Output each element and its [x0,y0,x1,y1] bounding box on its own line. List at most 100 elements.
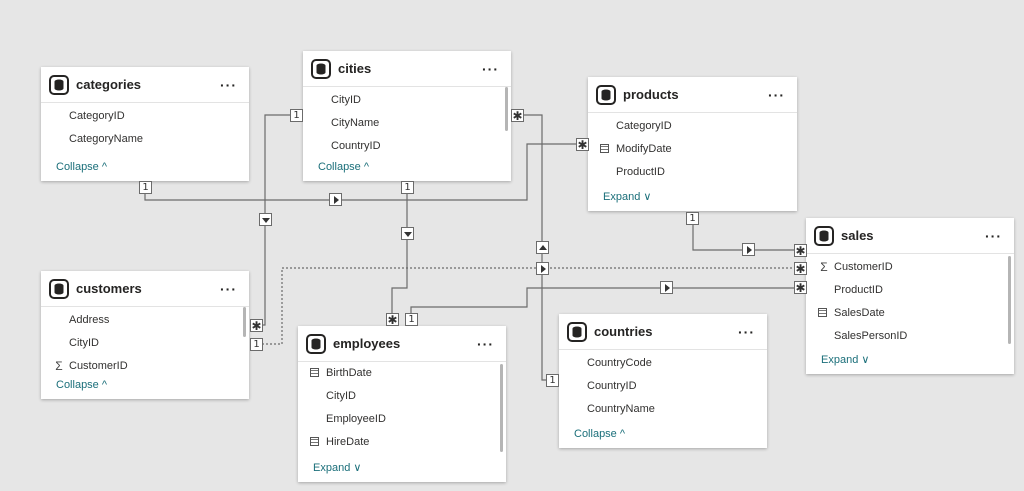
field-label: CityID [326,390,356,402]
field-row[interactable]: ProductID [806,279,1014,302]
cardinality-many-marker[interactable]: ✱ [794,244,807,257]
cardinality-one-marker[interactable]: 1 [290,109,303,122]
table-header[interactable]: products ··· [588,77,797,113]
table-card-employees[interactable]: employees ··· BirthDate CityID EmployeeI… [298,326,506,482]
table-header[interactable]: customers ··· [41,271,249,307]
cardinality-many-marker[interactable]: ✱ [794,262,807,275]
table-title: countries [594,324,653,339]
sigma-icon: Σ [55,359,63,373]
field-label: CityName [331,117,380,129]
field-label: SalesPersonID [834,330,908,342]
table-header[interactable]: sales ··· [806,218,1014,254]
scrollbar[interactable] [1008,256,1011,344]
more-options-button[interactable]: ··· [764,87,789,103]
field-row[interactable]: CategoryID [588,115,797,138]
field-label: CategoryID [616,120,672,132]
field-label: CountryName [587,403,655,415]
field-label: CategoryName [69,133,143,145]
expand-toggle[interactable]: Expand ∨ [821,353,869,366]
field-row[interactable]: Σ CustomerID [806,256,1014,279]
field-row[interactable]: HireDate [298,431,506,454]
field-row[interactable]: CountryID [559,375,767,398]
table-header[interactable]: cities ··· [303,51,511,87]
filter-direction-down-icon[interactable] [259,213,272,226]
field-row[interactable]: SalesPersonID [806,325,1014,348]
field-row[interactable]: CityName [303,112,511,135]
field-row[interactable]: Σ CustomerID [41,355,249,378]
table-icon [814,225,834,246]
sigma-icon: Σ [820,260,828,274]
collapse-toggle[interactable]: Collapse ^ [56,379,107,391]
scrollbar[interactable] [505,87,508,131]
calendar-icon [818,308,827,317]
table-card-cities[interactable]: cities ··· CityID CityName CountryID Col… [303,51,511,181]
table-title: employees [333,336,401,351]
filter-direction-right-icon[interactable] [536,262,549,275]
field-row[interactable]: BirthDate [298,362,506,385]
collapse-toggle[interactable]: Collapse ^ [574,428,625,440]
table-icon [596,84,616,105]
table-title: customers [76,281,142,296]
more-options-button[interactable]: ··· [473,336,498,352]
more-options-button[interactable]: ··· [216,77,241,93]
field-label: EmployeeID [326,413,386,425]
table-title: cities [338,61,372,76]
field-row[interactable]: Address [41,309,249,332]
cardinality-many-marker[interactable]: ✱ [386,313,399,326]
cardinality-many-marker[interactable]: ✱ [511,109,524,122]
field-label: ProductID [834,284,883,296]
cardinality-one-marker[interactable]: 1 [405,313,418,326]
cardinality-one-marker[interactable]: 1 [250,338,263,351]
field-row[interactable]: CountryName [559,398,767,421]
cardinality-one-marker[interactable]: 1 [139,181,152,194]
table-title: categories [76,77,142,92]
cardinality-one-marker[interactable]: 1 [546,374,559,387]
more-options-button[interactable]: ··· [734,324,759,340]
field-row[interactable]: CategoryID [41,105,249,128]
table-card-sales[interactable]: sales ··· Σ CustomerID ProductID SalesDat… [806,218,1014,374]
more-options-button[interactable]: ··· [981,228,1006,244]
field-row[interactable]: CountryCode [559,352,767,375]
calendar-icon [310,437,319,446]
field-row[interactable]: ProductID [588,161,797,184]
collapse-toggle[interactable]: Collapse ^ [56,161,107,173]
filter-direction-right-icon[interactable] [329,193,342,206]
field-row[interactable]: SalesDate [806,302,1014,325]
field-row[interactable]: CityID [298,385,506,408]
cardinality-many-marker[interactable]: ✱ [250,319,263,332]
table-title: products [623,87,679,102]
table-icon [567,321,587,342]
cardinality-one-marker[interactable]: 1 [401,181,414,194]
more-options-button[interactable]: ··· [216,281,241,297]
filter-direction-right-icon[interactable] [742,243,755,256]
collapse-toggle[interactable]: Collapse ^ [318,161,369,173]
expand-toggle[interactable]: Expand ∨ [313,461,361,474]
scrollbar[interactable] [243,307,246,337]
scrollbar[interactable] [500,364,503,452]
more-options-button[interactable]: ··· [478,61,503,77]
filter-direction-up-icon[interactable] [536,241,549,254]
filter-direction-right-icon[interactable] [660,281,673,294]
field-row[interactable]: CityID [303,89,511,112]
field-label: CountryID [587,380,637,392]
field-row[interactable]: CityID [41,332,249,355]
table-card-products[interactable]: products ··· CategoryID ModifyDate Produ… [588,77,797,211]
field-label: SalesDate [834,307,885,319]
field-row[interactable]: EmployeeID [298,408,506,431]
cardinality-many-marker[interactable]: ✱ [794,281,807,294]
field-row[interactable]: CountryID [303,135,511,158]
cardinality-one-marker[interactable]: 1 [686,212,699,225]
cardinality-many-marker[interactable]: ✱ [576,138,589,151]
field-row[interactable]: CategoryName [41,128,249,151]
model-canvas[interactable]: categories ··· CategoryID CategoryName C… [0,0,1024,491]
table-header[interactable]: countries ··· [559,314,767,350]
expand-toggle[interactable]: Expand ∨ [603,190,651,203]
table-card-countries[interactable]: countries ··· CountryCode CountryID Coun… [559,314,767,448]
table-card-categories[interactable]: categories ··· CategoryID CategoryName C… [41,67,249,181]
table-card-customers[interactable]: customers ··· Address CityID Σ CustomerID… [41,271,249,399]
filter-direction-down-icon[interactable] [401,227,414,240]
field-row[interactable]: ModifyDate [588,138,797,161]
table-header[interactable]: employees ··· [298,326,506,362]
field-label: CityID [331,94,361,106]
table-header[interactable]: categories ··· [41,67,249,103]
